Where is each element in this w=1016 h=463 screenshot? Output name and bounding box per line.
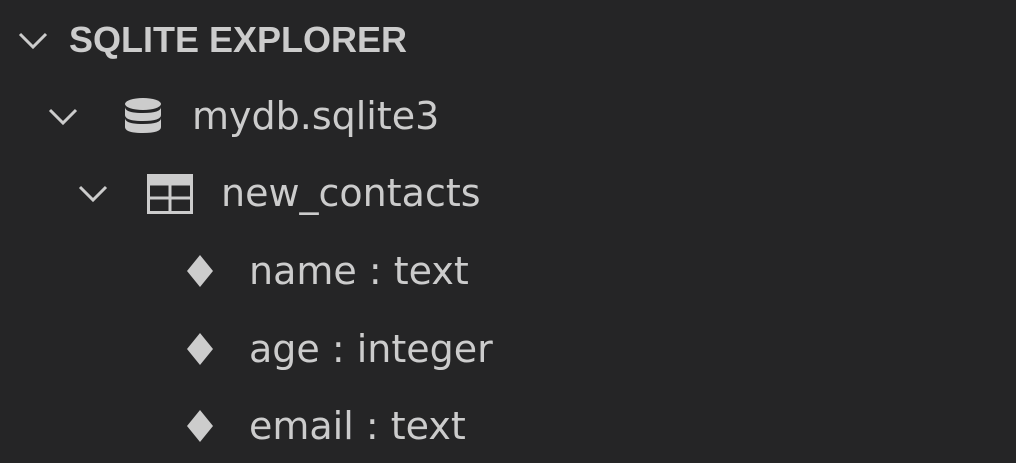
column-diamond-icon — [187, 333, 213, 369]
chevron-down-icon[interactable] — [18, 30, 48, 50]
tree-item-column[interactable]: age : integer — [0, 311, 1016, 387]
table-name: new_contacts — [221, 171, 481, 215]
table-icon — [147, 174, 193, 218]
column-label: name : text — [249, 249, 469, 293]
database-name: mydb.sqlite3 — [192, 94, 440, 138]
column-diamond-icon — [187, 255, 213, 291]
tree-item-database[interactable]: mydb.sqlite3 — [0, 78, 1016, 154]
sqlite-explorer-header[interactable]: SQLITE EXPLORER — [0, 2, 1016, 78]
column-label: age : integer — [249, 327, 493, 371]
sqlite-explorer-panel: SQLITE EXPLORER mydb.sqlite3 new_contact… — [0, 0, 1016, 463]
chevron-down-icon[interactable] — [48, 106, 78, 126]
tree-item-column[interactable]: name : text — [0, 233, 1016, 309]
column-diamond-icon — [187, 410, 213, 446]
database-icon — [123, 98, 163, 138]
chevron-down-icon[interactable] — [78, 183, 108, 203]
column-label: email : text — [249, 404, 466, 448]
tree-item-table[interactable]: new_contacts — [0, 155, 1016, 231]
tree-item-column[interactable]: email : text — [0, 388, 1016, 463]
section-title: SQLITE EXPLORER — [69, 19, 408, 60]
